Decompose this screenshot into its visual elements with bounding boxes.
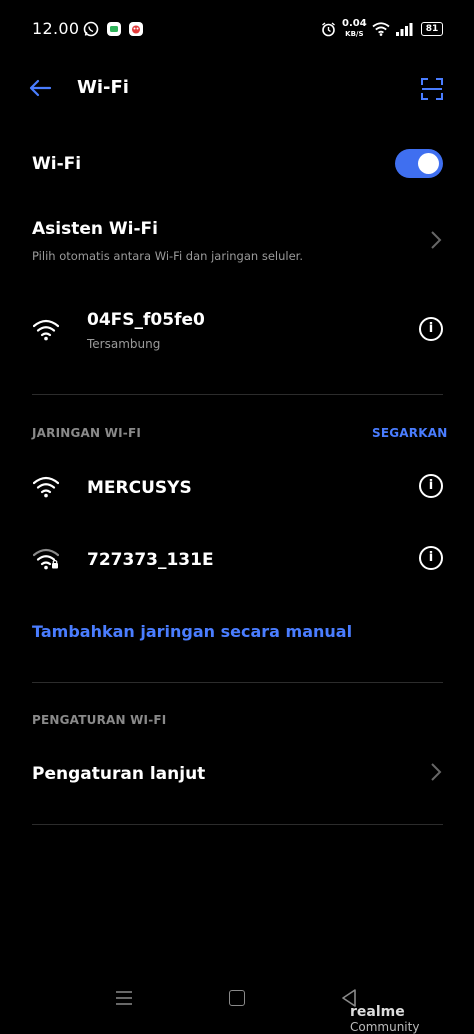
- network-ssid: 727373_131E: [87, 550, 214, 570]
- back-arrow-icon[interactable]: [28, 78, 52, 98]
- watermark-brand: realme: [350, 1004, 405, 1020]
- signal-icon: [396, 23, 413, 36]
- advanced-settings-label: Pengaturan lanjut: [32, 764, 206, 784]
- notification-app-icon: [129, 22, 143, 36]
- alarm-icon: [322, 22, 335, 37]
- wifi-locked-icon: [33, 548, 59, 570]
- toggle-knob: [418, 153, 439, 174]
- connected-ssid: 04FS_f05fe0: [87, 310, 205, 330]
- network-row-727373[interactable]: 727373_131E i: [0, 538, 474, 582]
- info-icon[interactable]: i: [419, 474, 443, 498]
- qr-scan-icon[interactable]: [420, 77, 444, 101]
- wifi-assistant-title: Asisten Wi-Fi: [32, 219, 158, 239]
- section-header-networks: JARINGAN WI-FI: [32, 426, 142, 440]
- network-speed-value: 0.04: [342, 18, 367, 29]
- refresh-button[interactable]: SEGARKAN: [372, 426, 447, 440]
- wifi-signal-icon: [33, 476, 59, 498]
- section-header-settings: PENGATURAN WI-FI: [32, 713, 167, 727]
- message-app-icon: [107, 22, 121, 36]
- info-icon[interactable]: i: [419, 317, 443, 341]
- chevron-right-icon: [431, 231, 442, 249]
- add-network-manually-link[interactable]: Tambahkan jaringan secara manual: [32, 622, 352, 641]
- watermark-suffix: Community: [350, 1020, 420, 1034]
- network-speed: 0.04 KB/S: [342, 19, 367, 39]
- chevron-right-icon: [431, 763, 442, 781]
- advanced-settings-row[interactable]: Pengaturan lanjut: [0, 752, 474, 796]
- info-icon[interactable]: i: [419, 546, 443, 570]
- wifi-assistant-subtitle: Pilih otomatis antara Wi-Fi dan jaringan…: [32, 249, 303, 263]
- battery-icon: 81: [421, 22, 443, 36]
- whatsapp-icon: [83, 21, 99, 37]
- divider: [32, 682, 443, 683]
- wifi-toggle-label: Wi-Fi: [32, 154, 82, 174]
- wifi-assistant-row[interactable]: Asisten Wi-Fi Pilih otomatis antara Wi-F…: [0, 212, 474, 274]
- divider: [32, 394, 443, 395]
- home-icon[interactable]: [229, 990, 245, 1006]
- wifi-signal-icon: [33, 319, 59, 341]
- wifi-toggle-switch[interactable]: [395, 149, 443, 178]
- wifi-icon: [372, 22, 390, 36]
- network-row-mercusys[interactable]: MERCUSYS i: [0, 466, 474, 510]
- network-ssid: MERCUSYS: [87, 478, 192, 498]
- page-title: Wi-Fi: [77, 77, 129, 98]
- connected-status: Tersambung: [87, 337, 161, 351]
- network-speed-unit: KB/S: [345, 30, 364, 38]
- connected-network-row[interactable]: 04FS_f05fe0 Tersambung i: [0, 302, 474, 362]
- watermark: realme Community: [350, 1004, 474, 1034]
- status-time: 12.00: [32, 19, 80, 38]
- recent-apps-icon[interactable]: [116, 991, 132, 1005]
- divider: [32, 824, 443, 825]
